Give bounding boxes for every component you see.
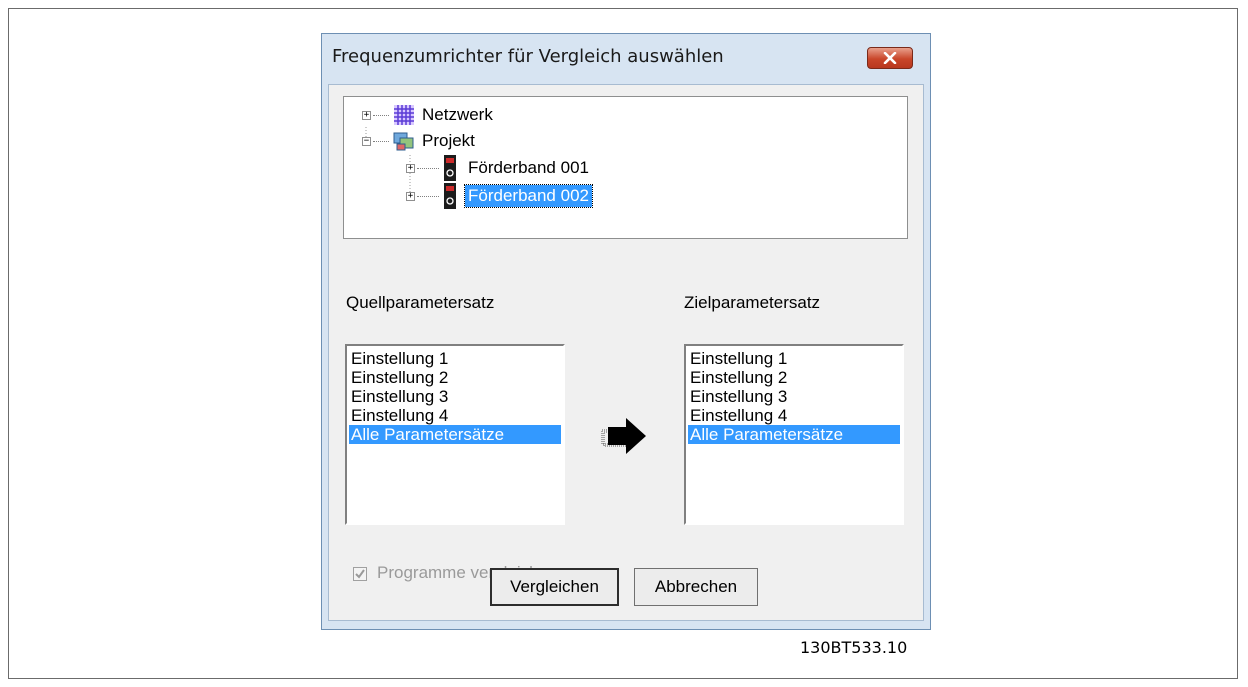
source-set-label: Quellparametersatz [346, 293, 495, 312]
figure-id: 130BT533.10 [800, 638, 908, 657]
cancel-button[interactable]: Abbrechen [634, 568, 758, 606]
drive-icon [444, 155, 456, 181]
copy-arrow-icon [601, 418, 646, 454]
list-item-selected[interactable]: Alle Parametersätze [349, 425, 561, 444]
list-item[interactable]: Einstellung 1 [688, 349, 900, 368]
target-set-label: Zielparametersatz [684, 293, 821, 312]
list-item[interactable]: Einstellung 3 [349, 387, 561, 406]
expand-icon[interactable]: + [406, 191, 415, 201]
drive-tree-view[interactable]: + Netzwerk − Projekt + Förderband 001 + … [343, 96, 908, 239]
list-item[interactable]: Einstellung 4 [688, 406, 900, 425]
compare-programs-checkbox[interactable] [353, 567, 367, 581]
tree-item-foerderband-002[interactable]: + Förderband 002 [406, 183, 593, 209]
tree-item-label: Netzwerk [422, 105, 493, 124]
target-parameter-list[interactable]: Einstellung 1 Einstellung 2 Einstellung … [684, 344, 904, 525]
compare-dialog: Frequenzumrichter für Vergleich auswähle… [321, 33, 931, 630]
expand-icon[interactable]: + [406, 163, 415, 173]
list-item-selected[interactable]: Alle Parametersätze [688, 425, 900, 444]
tree-item-label: Projekt [422, 131, 475, 150]
list-item[interactable]: Einstellung 3 [688, 387, 900, 406]
tree-item-foerderband-001[interactable]: + Förderband 001 [406, 155, 592, 181]
expand-icon[interactable]: + [362, 110, 371, 120]
compare-button[interactable]: Vergleichen [490, 568, 619, 606]
project-icon [393, 132, 414, 151]
checkmark-icon [355, 569, 365, 579]
list-item[interactable]: Einstellung 2 [349, 368, 561, 387]
list-item[interactable]: Einstellung 2 [688, 368, 900, 387]
collapse-icon[interactable]: − [362, 136, 371, 146]
tree-item-projekt[interactable]: − Projekt [362, 129, 478, 153]
drive-icon [444, 183, 456, 209]
list-item[interactable]: Einstellung 1 [349, 349, 561, 368]
source-parameter-list[interactable]: Einstellung 1 Einstellung 2 Einstellung … [345, 344, 565, 525]
tree-item-netzwerk[interactable]: + Netzwerk [362, 103, 496, 127]
title-bar: Frequenzumrichter für Vergleich auswähle… [322, 34, 930, 84]
network-icon [394, 105, 414, 125]
close-icon [883, 52, 897, 64]
list-item[interactable]: Einstellung 4 [349, 406, 561, 425]
dialog-title: Frequenzumrichter für Vergleich auswähle… [332, 46, 724, 67]
dialog-client-area: + Netzwerk − Projekt + Förderband 001 + … [328, 84, 924, 621]
close-button[interactable] [867, 47, 913, 69]
tree-item-label: Förderband 001 [468, 158, 589, 177]
tree-item-label-selected: Förderband 002 [464, 184, 593, 208]
